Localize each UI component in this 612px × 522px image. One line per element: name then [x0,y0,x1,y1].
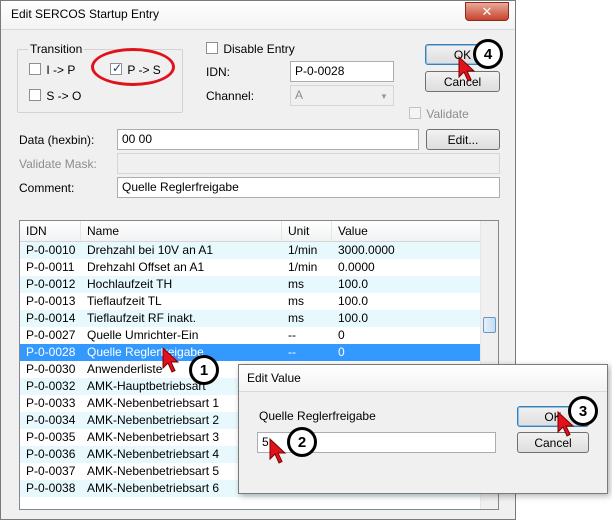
checkbox-label: S -> O [46,89,82,103]
cell-value: 100.0 [338,311,369,325]
dialog-titlebar: Edit SERCOS Startup Entry ✕ [1,1,515,30]
cell-idn: P-0-0014 [26,311,76,325]
cell-name: Drehzahl bei 10V an A1 [87,243,214,257]
data-label: Data (hexbin): [19,133,95,147]
step-marker-1: 1 [189,355,219,385]
chevron-down-icon: ▼ [380,91,388,101]
cell-idn: P-0-0038 [26,481,76,495]
cell-idn: P-0-0035 [26,430,76,444]
data-input[interactable]: 00 00 [117,129,419,150]
cell-unit: 1/min [288,243,318,257]
channel-label: Channel: [206,89,255,103]
list-header: IDN Name Unit Value [20,221,480,242]
transition-i-p-checkbox[interactable]: I -> P [29,63,75,78]
column-header-unit[interactable]: Unit [282,221,332,241]
cell-name: Hochlaufzeit TH [87,277,173,291]
column-header-name[interactable]: Name [81,221,282,241]
cell-value: 3000.0000 [338,243,395,257]
comment-label: Comment: [19,181,75,195]
idn-input[interactable]: P-0-0028 [290,61,394,82]
checkbox-label: I -> P [46,63,76,77]
disable-entry-checkbox[interactable]: Disable Entry [206,42,295,57]
transition-label: Transition [28,42,85,56]
cell-idn: P-0-0028 [26,345,76,359]
cell-name: Quelle Umrichter-Ein [87,328,199,342]
cell-idn: P-0-0032 [26,379,76,393]
table-row[interactable]: P-0-0014 Tieflaufzeit RF inakt. ms 100.0 [20,310,480,327]
cursor-arrow-icon [458,55,476,82]
step-marker-4: 4 [473,39,503,69]
table-row[interactable]: P-0-0012 Hochlaufzeit TH ms 100.0 [20,276,480,293]
cell-value: 100.0 [338,294,369,308]
checkbox-box [29,89,41,101]
cursor-arrow-icon [269,437,287,464]
cell-unit: -- [288,345,296,359]
cell-idn: P-0-0037 [26,464,76,478]
scrollbar-thumb[interactable] [483,317,496,333]
close-icon: ✕ [481,3,493,19]
cell-value: 0.0000 [338,260,375,274]
validate-mask-label: Validate Mask: [19,157,97,171]
validate-mask-input[interactable] [117,153,500,174]
cell-idn: P-0-0012 [26,277,76,291]
cell-unit: ms [288,294,304,308]
checkbox-label: Validate [426,107,469,121]
cell-name: Drehzahl Offset an A1 [87,260,205,274]
close-button[interactable]: ✕ [465,2,509,21]
column-header-value[interactable]: Value [332,221,480,241]
checkbox-box [206,42,218,54]
table-row[interactable]: P-0-0011 Drehzahl Offset an A1 1/min 0.0000 [20,259,480,276]
cell-value: 100.0 [338,277,369,291]
column-header-idn[interactable]: IDN [20,221,81,241]
cell-idn: P-0-0034 [26,413,76,427]
cell-idn: P-0-0027 [26,328,76,342]
dialog-title: Edit SERCOS Startup Entry [11,7,160,21]
cursor-arrow-icon [557,410,575,437]
step-marker-2: 2 [287,427,317,457]
edit-label: Edit... [447,132,479,147]
checkbox-box [409,107,421,119]
cell-unit: 1/min [288,260,318,274]
table-row[interactable]: P-0-0010 Drehzahl bei 10V an A1 1/min 3000.… [20,242,480,259]
cell-idn: P-0-0036 [26,447,76,461]
cell-value: 0 [338,328,345,342]
cell-idn: P-0-0030 [26,362,76,376]
highlight-oval [91,48,175,86]
cell-idn: P-0-0013 [26,294,76,308]
edit-value-label: Quelle Reglerfreigabe [259,409,376,423]
transition-s-o-checkbox[interactable]: S -> O [29,89,81,104]
table-row[interactable]: P-0-0027 Quelle Umrichter-Ein -- 0 [20,327,480,344]
channel-value: A [295,88,304,102]
cell-unit: -- [288,328,296,342]
cell-idn: P-0-0011 [26,260,75,274]
cell-name: Tieflaufzeit RF inakt. [87,311,196,325]
edit-button[interactable]: Edit... [426,129,500,150]
channel-select[interactable]: A ▼ [290,85,394,106]
cell-idn: P-0-0033 [26,396,76,410]
comment-input[interactable]: Quelle Reglerfreigabe [117,177,500,198]
table-row[interactable]: P-0-0028 Quelle Reglerfreigabe -- 0 [20,344,480,361]
edit-value-cancel-button[interactable]: Cancel [517,432,589,453]
edit-value-title: Edit Value [247,371,301,385]
idn-label: IDN: [206,65,230,79]
checkbox-box [29,63,41,75]
table-row[interactable]: P-0-0013 Tieflaufzeit TL ms 100.0 [20,293,480,310]
cell-unit: ms [288,311,304,325]
cell-name: Quelle Reglerfreigabe [87,345,204,359]
cell-name: Tieflaufzeit TL [87,294,162,308]
cell-idn: P-0-0010 [26,243,76,257]
checkbox-label: Disable Entry [223,42,295,56]
cell-unit: ms [288,277,304,291]
cell-value: 0 [338,345,345,359]
cursor-arrow-icon [162,346,180,373]
edit-value-titlebar: Edit Value [239,365,607,392]
validate-checkbox[interactable]: Validate [409,107,469,122]
